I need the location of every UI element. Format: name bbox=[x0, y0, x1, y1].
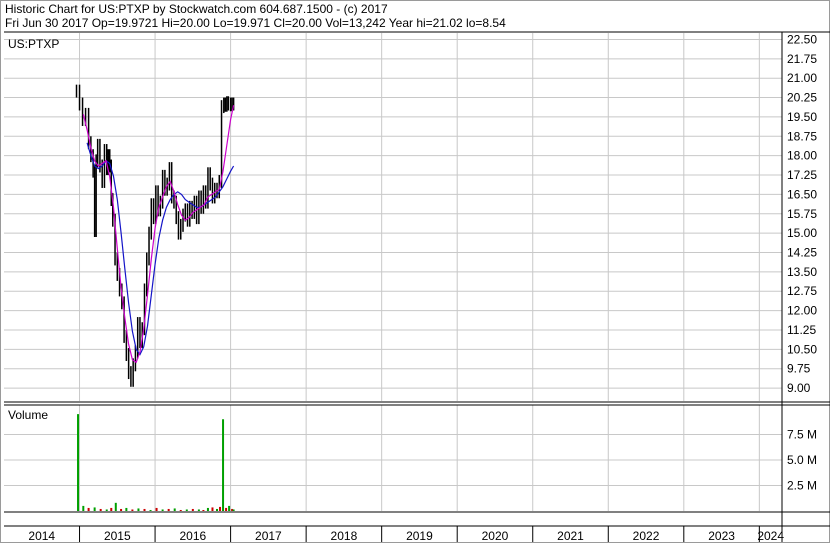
symbol-label: US:PTXP bbox=[8, 37, 59, 51]
date-axis-label: 2020 bbox=[482, 529, 509, 543]
price-tick-label: 17.25 bbox=[787, 168, 817, 182]
historic-chart: 22.50 21.75 21.00 20.25 19.50 18.75 18.00 17.25… bbox=[4, 31, 830, 543]
price-tick-label: 20.25 bbox=[787, 91, 817, 105]
price-tick-label: 18.00 bbox=[787, 149, 817, 163]
moving-average-short-line bbox=[82, 105, 235, 364]
price-tick-label: 18.75 bbox=[787, 129, 817, 143]
volume-label: Volume bbox=[8, 408, 48, 422]
price-tick-label: 12.75 bbox=[787, 284, 817, 298]
date-axis-label: 2015 bbox=[104, 529, 131, 543]
price-tick-label: 14.25 bbox=[787, 246, 817, 260]
price-tick-label: 21.00 bbox=[787, 71, 817, 85]
price-tick-label: 15.00 bbox=[787, 226, 817, 240]
price-tick-label: 11.25 bbox=[787, 323, 816, 337]
date-axis-label: 2021 bbox=[557, 529, 584, 543]
price-tick-label: 9.75 bbox=[787, 362, 811, 376]
date-axis-label: 2023 bbox=[708, 529, 735, 543]
price-tick-label: 9.00 bbox=[787, 381, 811, 395]
date-axis-label: 2014 bbox=[28, 529, 55, 543]
price-tick-label: 12.00 bbox=[787, 304, 817, 318]
date-axis-label: 2016 bbox=[179, 529, 206, 543]
volume-tick-label: 2.5 M bbox=[787, 479, 817, 493]
price-tick-label: 10.50 bbox=[787, 342, 817, 356]
price-tick-label: 13.50 bbox=[787, 265, 817, 279]
date-axis-label: 2019 bbox=[406, 529, 433, 543]
price-tick-label: 16.50 bbox=[787, 187, 817, 201]
volume-tick-label: 5.0 M bbox=[787, 453, 817, 467]
price-tick-label: 19.50 bbox=[787, 110, 817, 124]
date-axis-label: 2018 bbox=[331, 529, 358, 543]
date-axis-label: 2024 bbox=[757, 529, 784, 543]
volume-tick-label: 7.5 M bbox=[787, 428, 817, 442]
chart-window: Historic Chart for US:PTXP by Stockwatch… bbox=[0, 0, 830, 543]
price-tick-label: 21.75 bbox=[787, 52, 817, 66]
price-tick-label: 15.75 bbox=[787, 207, 817, 221]
price-tick-label: 22.50 bbox=[787, 32, 817, 46]
date-axis-label: 2017 bbox=[255, 529, 282, 543]
date-axis-label: 2022 bbox=[633, 529, 660, 543]
